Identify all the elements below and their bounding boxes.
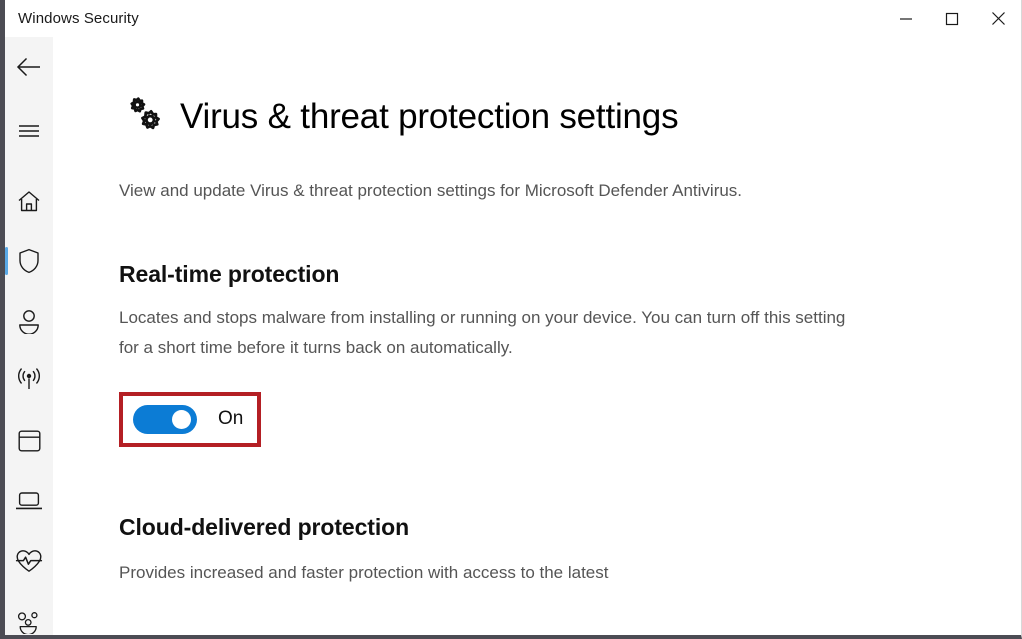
- section-title: Cloud-delivered protection: [119, 513, 410, 540]
- sidebar-item-back[interactable]: [5, 37, 53, 97]
- toggle-knob: [172, 409, 191, 429]
- app-window-icon: [18, 430, 41, 452]
- sidebar-item-firewall-network-protection[interactable]: [5, 351, 53, 411]
- family-people-icon: [17, 611, 38, 634]
- sidebar-item-account-protection[interactable]: [5, 291, 53, 351]
- section-description: Locates and stops malware from installin…: [119, 307, 846, 357]
- page-header: Virus & threat protection settings: [119, 75, 1021, 160]
- laptop-icon: [16, 492, 42, 510]
- minimize-button[interactable]: [883, 0, 929, 37]
- sidebar-item-device-security[interactable]: [5, 471, 53, 531]
- sidebar-item-menu[interactable]: [5, 101, 53, 161]
- main-content: Virus & threat protection settings View …: [53, 37, 1021, 635]
- windows-security-window: Windows Security Virus & threat protecti…: [0, 0, 1022, 639]
- section-real-time-protection: Real-time protection Locates and stops m…: [119, 261, 1021, 447]
- navigation-sidebar: [5, 37, 53, 635]
- section-description: Provides increased and faster protection…: [119, 562, 609, 582]
- maximize-button[interactable]: [929, 0, 975, 37]
- sidebar-item-virus-threat-protection[interactable]: [5, 231, 53, 291]
- window-title: Windows Security: [18, 10, 139, 27]
- hamburger-menu-icon: [19, 125, 39, 137]
- close-button[interactable]: [975, 0, 1021, 37]
- shield-icon: [19, 248, 39, 274]
- section-title: Real-time protection: [119, 261, 340, 288]
- person-icon: [19, 309, 39, 334]
- gears-icon: [119, 96, 163, 140]
- sidebar-item-family-options[interactable]: [5, 591, 53, 635]
- wireless-signal-icon: [17, 368, 41, 389]
- sidebar-item-app-browser-control[interactable]: [5, 411, 53, 471]
- sidebar-item-device-performance-health[interactable]: [5, 531, 53, 591]
- toggle-state-label: On: [218, 408, 244, 430]
- maximize-icon: [945, 12, 959, 25]
- minimize-icon: [900, 17, 912, 20]
- page-title: Virus & threat protection settings: [180, 97, 679, 137]
- back-arrow-icon: [16, 57, 40, 77]
- close-icon: [991, 12, 1005, 25]
- page-description: View and update Virus & threat protectio…: [119, 181, 743, 201]
- heart-pulse-icon: [15, 549, 43, 572]
- sidebar-item-home[interactable]: [5, 171, 53, 231]
- titlebar: Windows Security: [5, 0, 1021, 37]
- real-time-protection-toggle[interactable]: [133, 404, 197, 434]
- home-icon: [18, 190, 40, 211]
- caption-button-group: [883, 0, 1021, 37]
- section-cloud-delivered-protection: Cloud-delivered protection Provides incr…: [119, 514, 1021, 588]
- real-time-protection-toggle-group[interactable]: On: [119, 391, 262, 447]
